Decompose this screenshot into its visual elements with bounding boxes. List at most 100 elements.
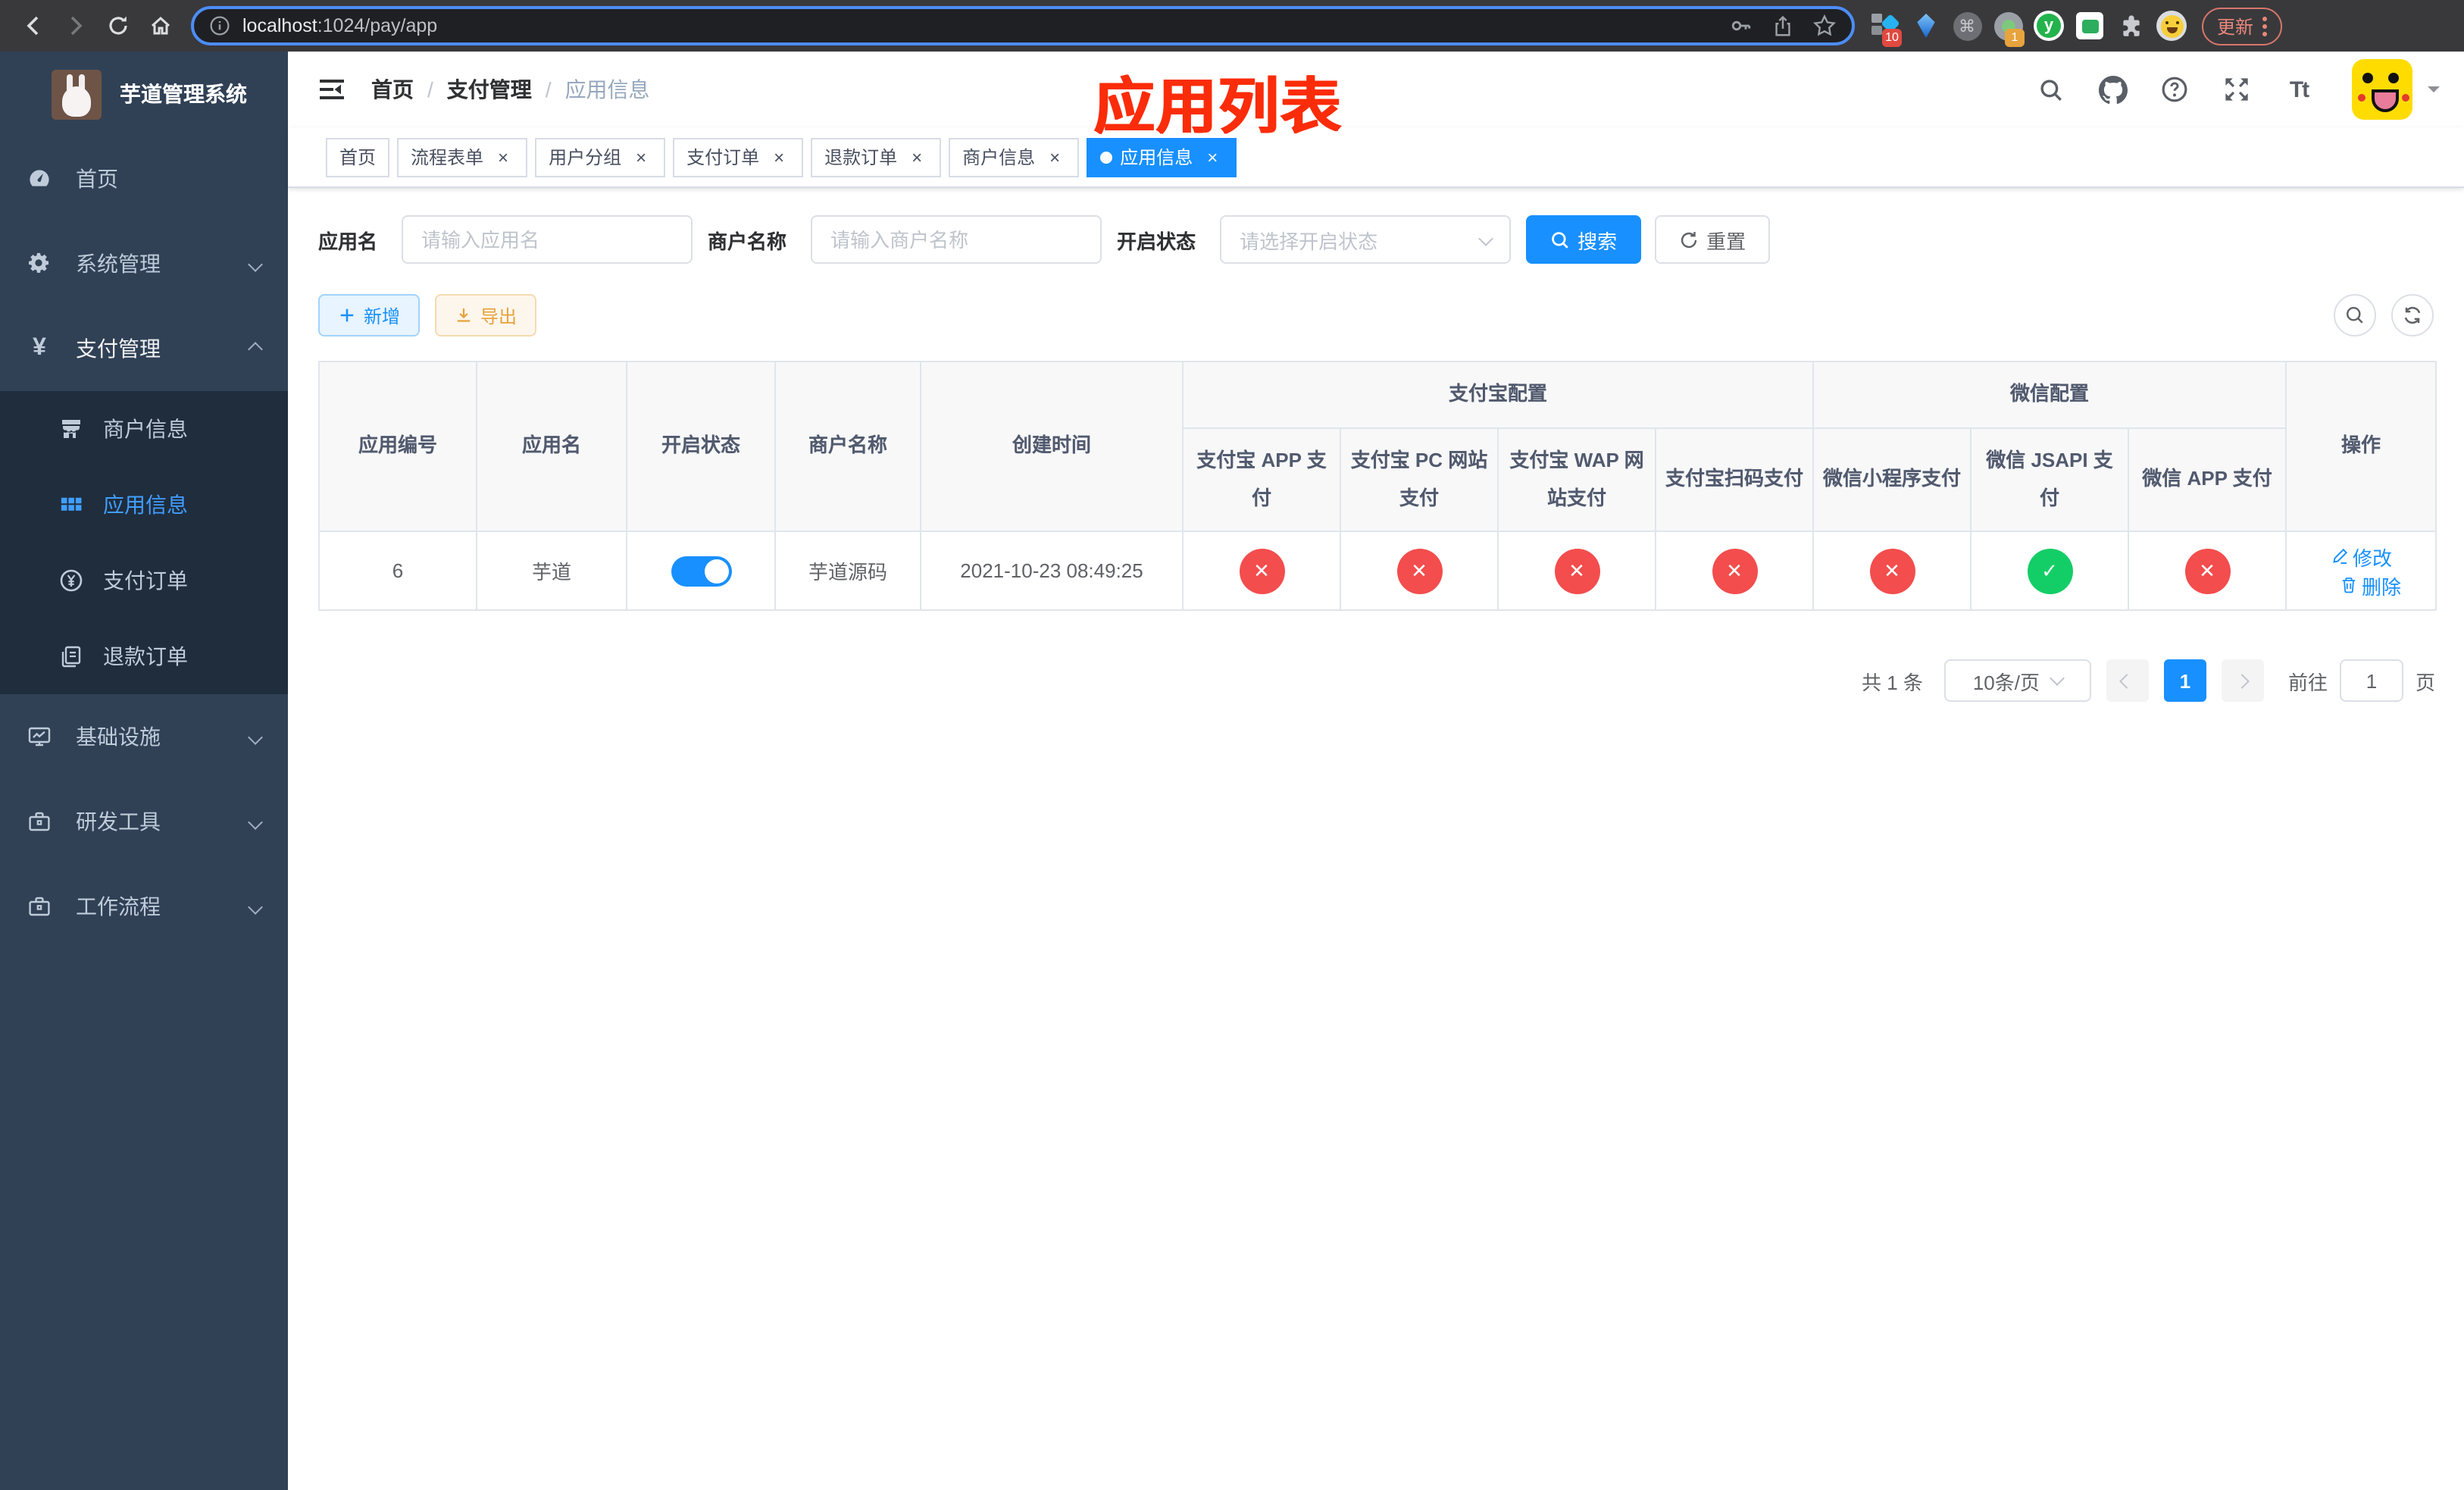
col-alipay-wap: 支付宝 WAP 网站支付	[1497, 427, 1656, 532]
close-icon[interactable]: ×	[492, 146, 514, 167]
status-label: 开启状态	[1117, 230, 1196, 252]
yen-icon: ¥	[33, 335, 46, 361]
close-icon[interactable]: ×	[630, 146, 652, 167]
chevron-left-icon	[2120, 673, 2135, 688]
extensions-puzzle-icon[interactable]	[2115, 11, 2146, 41]
add-button[interactable]: 新增	[318, 294, 421, 337]
fullscreen-icon[interactable]	[2222, 74, 2252, 105]
reset-button[interactable]: 重置	[1655, 215, 1771, 264]
logo-rabbit-image	[52, 69, 102, 119]
breadcrumb-pay[interactable]: 支付管理	[447, 74, 532, 105]
font-size-icon[interactable]: Tt	[2284, 74, 2314, 105]
help-icon[interactable]	[2159, 74, 2190, 105]
browser-forward-button[interactable]	[55, 5, 97, 47]
prev-page-button[interactable]	[2106, 659, 2149, 702]
alipay-pc-status-icon[interactable]: ✕	[1396, 548, 1442, 593]
chevron-right-icon	[2235, 673, 2250, 688]
col-alipay-qr: 支付宝扫码支付	[1654, 427, 1815, 532]
extension-blue-diamond-icon[interactable]: 10	[1870, 11, 1902, 47]
tab-process-form[interactable]: 流程表单 ×	[397, 137, 528, 177]
tab-merchant-info[interactable]: 商户信息 ×	[949, 137, 1080, 177]
share-icon[interactable]	[1771, 14, 1794, 37]
col-merchant: 商户名称	[774, 361, 921, 532]
sidebar-item-infra[interactable]: 基础设施	[0, 694, 288, 779]
search-button[interactable]: 搜索	[1526, 215, 1642, 264]
tab-home[interactable]: 首页	[326, 137, 390, 177]
export-button[interactable]: 导出	[435, 294, 537, 337]
status-toggle[interactable]	[671, 556, 731, 586]
cell-merchant: 芋道源码	[774, 531, 921, 611]
chevron-down-icon	[248, 729, 263, 744]
sidebar-item-appinfo[interactable]: 应用信息	[0, 467, 288, 543]
extension-bar: 10 ⌘ 1 y	[1870, 11, 2187, 47]
chevron-down-icon	[248, 256, 263, 271]
extension-chat-icon[interactable]	[2075, 11, 2105, 41]
wx-app-status-icon[interactable]: ✕	[2184, 548, 2231, 593]
browser-menu-icon[interactable]	[2262, 16, 2268, 36]
tab-user-group[interactable]: 用户分组 ×	[535, 137, 666, 177]
sidebar-item-payorder[interactable]: 支付订单	[0, 543, 288, 618]
wx-lite-status-icon[interactable]: ✕	[1869, 548, 1915, 593]
close-icon[interactable]: ×	[906, 146, 927, 167]
wx-jsapi-status-icon[interactable]: ✓	[2027, 548, 2073, 593]
browser-update-button[interactable]: 更新	[2202, 7, 2283, 45]
sidebar-item-merchant[interactable]: 商户信息	[0, 391, 288, 467]
cell-status	[626, 531, 776, 611]
password-key-icon[interactable]	[1729, 14, 1753, 38]
site-info-icon[interactable]	[209, 15, 230, 36]
extension-balloon-icon[interactable]	[1911, 11, 1941, 41]
page-number-1[interactable]: 1	[2163, 659, 2206, 702]
toggle-search-button[interactable]	[2334, 294, 2376, 337]
browser-back-button[interactable]	[12, 5, 55, 47]
close-icon[interactable]: ×	[1044, 146, 1065, 167]
user-menu[interactable]	[2352, 59, 2440, 120]
refresh-button[interactable]	[2391, 294, 2434, 337]
delete-link[interactable]: 删除	[2339, 571, 2401, 599]
bookmark-star-icon[interactable]	[1812, 14, 1837, 38]
merchant-name-input[interactable]	[811, 215, 1102, 264]
avatar[interactable]	[2352, 59, 2412, 120]
col-status: 开启状态	[626, 361, 776, 532]
status-select[interactable]: 请选择开启状态	[1220, 215, 1512, 264]
close-icon[interactable]: ×	[768, 146, 790, 167]
edit-link[interactable]: 修改	[2330, 542, 2392, 571]
browser-reload-button[interactable]	[97, 5, 139, 47]
app-table: 应用编号 应用名 开启状态 商户名称 创建时间 支付宝配置 微信配置 操作 支付…	[318, 361, 2437, 611]
chevron-down-icon	[2050, 671, 2065, 686]
tab-refund-order[interactable]: 退款订单 ×	[811, 137, 942, 177]
extension-y-icon[interactable]: y	[2034, 11, 2064, 41]
extension-recorder-icon[interactable]: 1	[1993, 11, 2025, 47]
alipay-app-status-icon[interactable]: ✕	[1239, 548, 1284, 593]
goto-label: 前往	[2287, 671, 2328, 693]
browser-home-button[interactable]	[139, 5, 182, 47]
col-wx-app: 微信 APP 支付	[2128, 427, 2287, 532]
pay-submenu: 商户信息 应用信息 支付订单 退款订单	[0, 391, 288, 694]
sidebar-item-devtool[interactable]: 研发工具	[0, 779, 288, 864]
goto-page-input[interactable]	[2339, 659, 2403, 702]
address-bar[interactable]: localhost:1024/pay/app	[191, 6, 1855, 45]
tab-pay-order[interactable]: 支付订单 ×	[673, 137, 804, 177]
sidebar-collapse-icon[interactable]	[317, 74, 347, 105]
header-search-icon[interactable]	[2035, 74, 2065, 105]
sidebar-item-pay[interactable]: ¥ 支付管理	[0, 306, 288, 391]
cell-actions: 修改 删除	[2285, 531, 2437, 611]
app-name-input[interactable]	[402, 215, 693, 264]
sidebar-item-system[interactable]: 系统管理	[0, 221, 288, 306]
sidebar-logo[interactable]: 芋道管理系统	[0, 52, 288, 136]
storefront-icon	[59, 417, 83, 441]
close-icon[interactable]: ×	[1202, 146, 1223, 167]
alipay-wap-status-icon[interactable]: ✕	[1554, 548, 1599, 593]
page-size-select[interactable]: 10条/页	[1943, 659, 2091, 702]
sidebar-item-workflow[interactable]: 工作流程	[0, 864, 288, 949]
github-icon[interactable]	[2097, 74, 2128, 105]
col-alipay-pc: 支付宝 PC 网站支付	[1340, 427, 1499, 532]
sidebar-item-home[interactable]: 首页	[0, 136, 288, 221]
next-page-button[interactable]	[2221, 659, 2264, 702]
navbar: 首页 / 支付管理 / 应用信息 Tt	[288, 52, 2464, 127]
browser-profile-avatar[interactable]	[2156, 11, 2187, 41]
table-toolbar: 新增 导出	[318, 294, 2434, 337]
breadcrumb-home[interactable]: 首页	[371, 74, 414, 105]
extension-command-icon[interactable]: ⌘	[1952, 11, 1982, 41]
sidebar-item-refund[interactable]: 退款订单	[0, 618, 288, 694]
alipay-qr-status-icon[interactable]: ✕	[1712, 548, 1757, 593]
